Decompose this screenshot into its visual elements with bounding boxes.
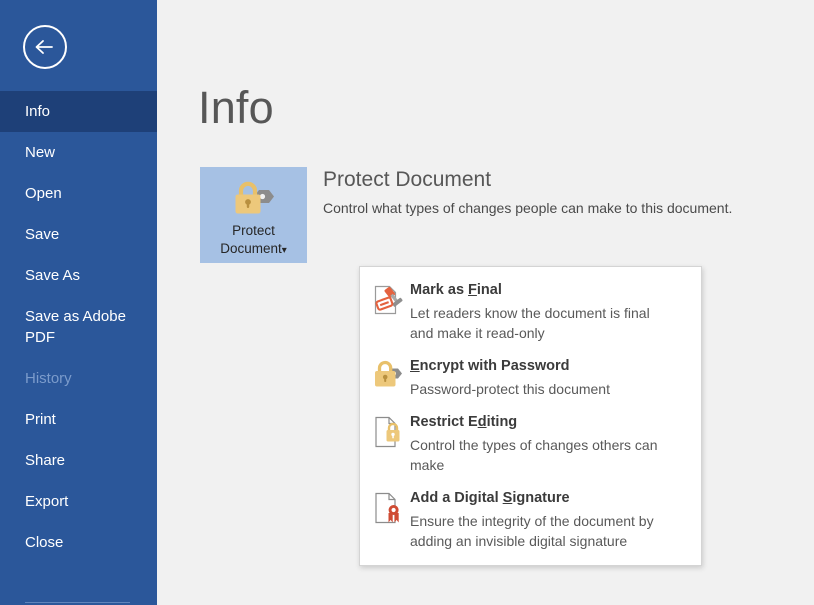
sidebar-item-history: History: [0, 358, 157, 399]
sidebar-item-label: New: [25, 144, 55, 161]
menu-item-restrict-editing[interactable]: Restrict Editing Control the types of ch…: [360, 407, 701, 483]
back-button[interactable]: [23, 25, 67, 69]
sidebar-item-info[interactable]: Info: [0, 91, 157, 132]
lock-key-icon: [231, 176, 277, 220]
backstage-nav: Info New Open Save Save As Save as Adobe…: [0, 91, 157, 563]
title-accelerator: F: [468, 282, 477, 298]
sidebar-item-close[interactable]: Close: [0, 522, 157, 563]
sidebar-item-share[interactable]: Share: [0, 440, 157, 481]
title-accelerator: S: [503, 490, 513, 506]
title-part-before: Restrict E: [410, 414, 478, 430]
mark-as-final-icon: [370, 281, 406, 317]
menu-item-title: Encrypt with Password: [410, 358, 570, 374]
sidebar-item-label: Close: [25, 534, 63, 551]
protect-document-menu: Mark as Final Let readers know the docum…: [359, 266, 702, 566]
sidebar-item-save-as-adobe-pdf[interactable]: Save as Adobe PDF: [0, 296, 157, 358]
menu-item-texts: Encrypt with Password Password-protect t…: [406, 357, 610, 399]
section-description: Control what types of changes people can…: [323, 200, 732, 216]
backstage-view: Info New Open Save Save As Save as Adobe…: [0, 0, 814, 605]
sidebar-item-label: Info: [25, 103, 50, 120]
title-part-after: ignature: [512, 490, 569, 506]
sidebar-item-label: Export: [25, 493, 68, 510]
sidebar-item-save-as[interactable]: Save As: [0, 255, 157, 296]
menu-item-title: Restrict Editing: [410, 414, 517, 430]
menu-item-add-digital-signature[interactable]: Add a Digital Signature Ensure the integ…: [360, 483, 701, 559]
title-accelerator: E: [410, 358, 420, 374]
menu-item-texts: Mark as Final Let readers know the docum…: [406, 281, 676, 343]
protect-button-line1: Protect: [232, 223, 275, 238]
menu-item-description: Control the types of changes others can …: [410, 435, 676, 475]
encrypt-password-icon: [370, 357, 406, 391]
menu-item-encrypt-with-password[interactable]: Encrypt with Password Password-protect t…: [360, 351, 701, 407]
title-accelerator: d: [478, 414, 487, 430]
sidebar-item-label: Share: [25, 452, 65, 469]
menu-item-mark-as-final[interactable]: Mark as Final Let readers know the docum…: [360, 275, 701, 351]
sidebar-item-open[interactable]: Open: [0, 173, 157, 214]
sidebar-item-label: Save As: [25, 267, 80, 284]
title-part-after: ncrypt with Password: [420, 358, 570, 374]
title-part-before: Add a Digital: [410, 490, 503, 506]
chevron-down-icon: ▾: [282, 245, 287, 256]
back-arrow-icon: [34, 39, 56, 55]
title-part-after: iting: [487, 414, 518, 430]
title-part-after: inal: [477, 282, 502, 298]
sidebar-item-print[interactable]: Print: [0, 399, 157, 440]
title-part-before: Mark as: [410, 282, 468, 298]
digital-signature-icon: [370, 489, 406, 527]
page-title: Info: [198, 82, 274, 134]
menu-item-title: Mark as Final: [410, 282, 502, 298]
sidebar-item-label: Open: [25, 185, 62, 202]
sidebar-item-export[interactable]: Export: [0, 481, 157, 522]
restrict-editing-icon: [370, 413, 406, 451]
backstage-sidebar: Info New Open Save Save As Save as Adobe…: [0, 0, 157, 605]
info-pane: Info ure that it contains: thor's name e…: [157, 0, 814, 605]
menu-item-title: Add a Digital Signature: [410, 490, 570, 506]
protect-document-button[interactable]: Protect Document▾: [200, 167, 307, 263]
sidebar-item-new[interactable]: New: [0, 132, 157, 173]
menu-item-description: Password-protect this document: [410, 379, 610, 399]
menu-item-description: Let readers know the document is final a…: [410, 303, 676, 343]
sidebar-item-label: History: [25, 370, 72, 387]
menu-item-description: Ensure the integrity of the document by …: [410, 511, 676, 551]
menu-item-texts: Add a Digital Signature Ensure the integ…: [406, 489, 676, 551]
menu-item-texts: Restrict Editing Control the types of ch…: [406, 413, 676, 475]
sidebar-item-label: Save as Adobe PDF: [25, 308, 126, 346]
sidebar-item-label: Print: [25, 411, 56, 428]
protect-button-line2: Document: [220, 241, 282, 256]
sidebar-item-save[interactable]: Save: [0, 214, 157, 255]
section-heading: Protect Document: [323, 168, 491, 192]
protect-document-button-label: Protect Document▾: [220, 222, 287, 260]
sidebar-item-label: Save: [25, 226, 59, 243]
sidebar-divider: [25, 602, 130, 603]
